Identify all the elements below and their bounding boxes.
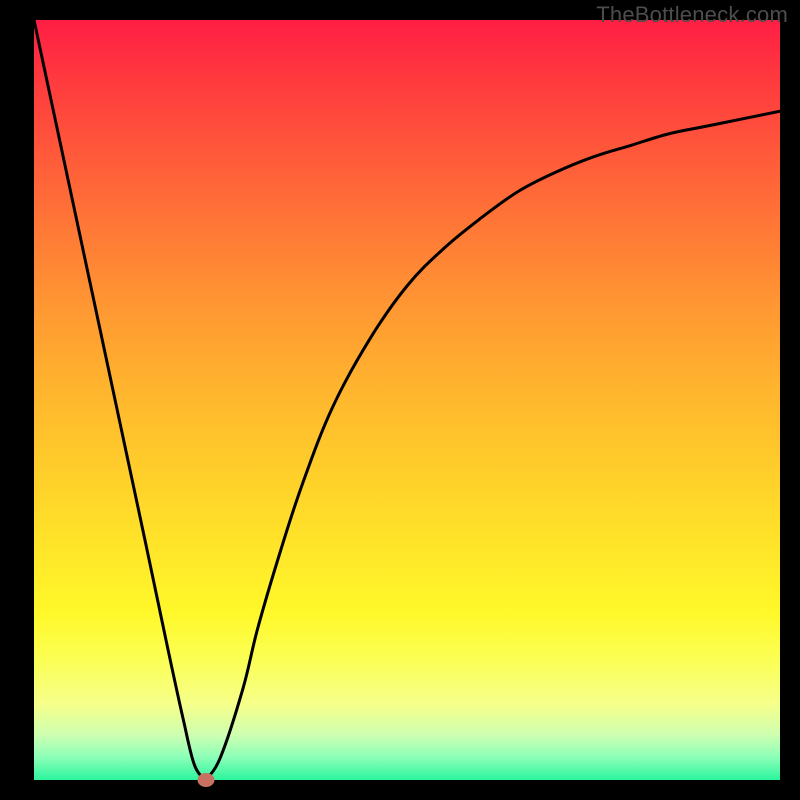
bottleneck-curve [34, 20, 780, 780]
chart-plot-area [34, 20, 780, 780]
watermark-text: TheBottleneck.com [596, 2, 788, 28]
minimum-marker [197, 773, 214, 787]
